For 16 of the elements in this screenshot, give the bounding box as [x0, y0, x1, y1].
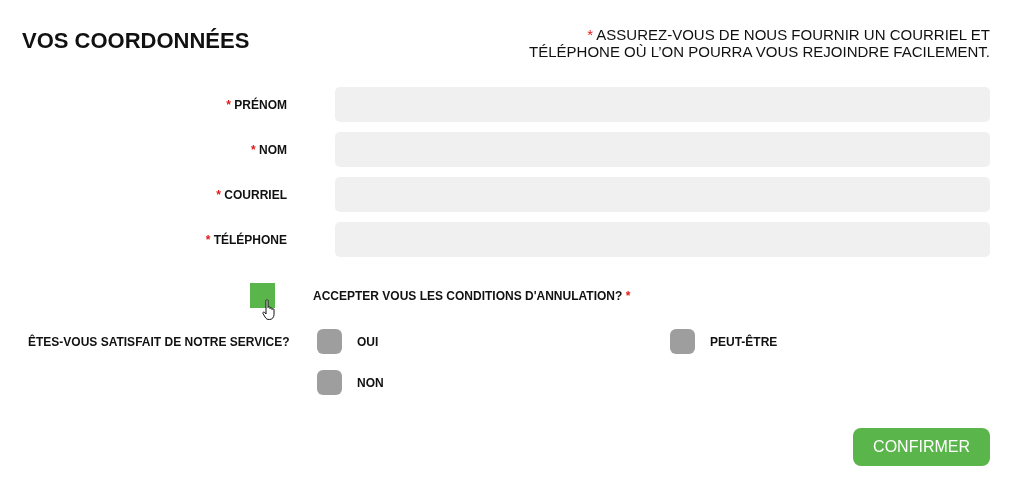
field-label: * PRÉNOM	[226, 97, 287, 112]
option-label: OUI	[357, 334, 379, 349]
confirm-button[interactable]: CONFIRMER	[853, 428, 990, 466]
section-title: VOS COORDONNÉES	[22, 27, 250, 54]
hand-cursor-icon	[262, 299, 278, 321]
option-label: PEUT-ÊTRE	[710, 334, 778, 349]
question-label: ÊTES-VOUS SATISFAIT DE NOTRE SERVICE?	[27, 334, 291, 349]
radio-button[interactable]	[317, 370, 342, 395]
option-label: NON	[357, 375, 384, 390]
field-label: * NOM	[251, 142, 287, 157]
field-label: * COURRIEL	[216, 187, 287, 202]
notice-text: * ASSUREZ-VOUS DE NOUS FOURNIR UN COURRIEL ET TÉLÉPHONE OÙ L’ON POURRA VOUS REJOINDRE FACILEMENT.	[529, 26, 990, 60]
field-label: * TÉLÉPHONE	[205, 232, 287, 247]
radio-button[interactable]	[670, 329, 695, 354]
checkbox-label: ACCEPTER VOUS LES CONDITIONS D'ANNULATION? *	[313, 288, 632, 303]
radio-button[interactable]	[317, 329, 342, 354]
